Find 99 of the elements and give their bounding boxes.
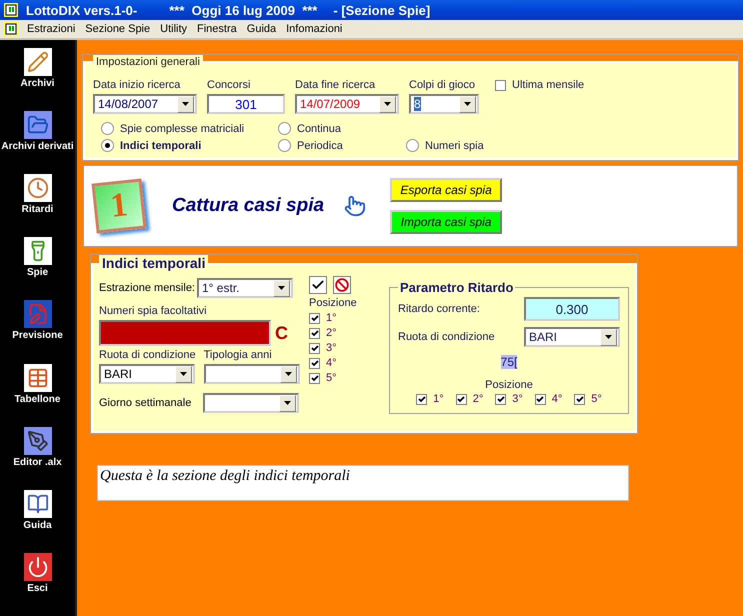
folder-icon [24, 111, 52, 140]
checkbox-label: 3° [512, 393, 523, 405]
panel-legend: Parametro Ritardo [398, 280, 516, 295]
menu-item[interactable]: Infomazioni [281, 23, 348, 35]
checkbox[interactable] [309, 328, 320, 338]
clear-letter[interactable]: C [275, 322, 288, 344]
checkbox-label: Ultima mensile [512, 79, 584, 91]
radio-button[interactable] [278, 139, 291, 152]
power-icon [24, 552, 52, 581]
action-button[interactable]: Esporta casi spia [390, 178, 502, 202]
menu-item[interactable]: Estrazioni [22, 23, 80, 35]
radio-label: Periodica [297, 140, 343, 152]
section-heading: Cattura casi spia [172, 195, 324, 217]
pencil-icon [24, 48, 52, 76]
checkbox[interactable] [309, 358, 320, 368]
menu-item[interactable]: Finestra [192, 23, 242, 35]
menu-item[interactable]: Sezione Spie [80, 23, 156, 35]
check-all-button[interactable] [309, 276, 327, 294]
sidebar-item[interactable]: Previsione [0, 300, 75, 364]
checkbox[interactable] [416, 394, 428, 404]
checkbox-label: 4° [326, 357, 337, 369]
field-label: Giorno settimanale [99, 397, 192, 409]
radio-button[interactable] [278, 122, 291, 135]
book-icon [24, 490, 52, 518]
radio-label: Spie complesse matriciali [120, 122, 244, 134]
date-title: *** Oggi 16 lug 2009 *** [169, 2, 318, 18]
sidebar-item[interactable]: Tabellone [0, 364, 75, 427]
input-field[interactable] [99, 320, 271, 346]
radio-button[interactable] [101, 139, 114, 152]
marker-label: 75[ [500, 355, 518, 369]
forbidden-icon [335, 278, 349, 292]
field-label: Tipologia anni [204, 349, 273, 361]
checkbox-label: 1° [326, 312, 337, 324]
checkbox-label: 2° [326, 327, 337, 339]
sidebar-item[interactable]: Spie [0, 237, 75, 300]
sidebar-item[interactable]: Editor .alx [0, 426, 75, 490]
input-field[interactable]: 0.300 [524, 297, 620, 321]
dropdown-field[interactable] [204, 364, 300, 384]
sidebar-item[interactable]: Guida [0, 490, 75, 553]
radio-label: Numeri spia [425, 140, 484, 152]
field-label: Data fine ricerca [295, 79, 376, 91]
checkbox[interactable] [574, 394, 586, 404]
dropdown-field[interactable]: BARI [99, 364, 195, 384]
checkbox-label: 5° [591, 393, 602, 405]
panel-legend: Impostazioni generali [93, 55, 203, 69]
info-text: Questa è la sezione degli indici temporali [97, 465, 629, 501]
flashlight-icon [24, 237, 52, 266]
radio-label: Continua [297, 122, 342, 134]
menu-item[interactable]: Guida [242, 23, 282, 35]
checkbox[interactable] [495, 80, 506, 90]
checkbox-label: 5° [326, 372, 337, 384]
field-label: Numeri spia facoltativi [99, 305, 208, 317]
checkbox[interactable] [534, 394, 546, 404]
panel-legend: Indici temporali [99, 255, 208, 272]
checkbox-label: 4° [552, 393, 562, 405]
field-label: Concorsi [207, 79, 252, 91]
clear-all-button[interactable] [333, 276, 351, 294]
dropdown-field[interactable]: 14/08/2007 [93, 94, 197, 114]
checkbox[interactable] [495, 394, 506, 404]
checkbox[interactable] [309, 342, 320, 354]
checkbox-label: 1° [433, 393, 444, 405]
menu-item[interactable]: Utility [155, 23, 192, 35]
pen-icon [24, 426, 52, 455]
checkbox[interactable] [456, 394, 467, 404]
sidebar-item[interactable]: Esci [0, 552, 75, 616]
checkbox-label: 3° [326, 342, 337, 354]
sidebar-item[interactable]: Archivi derivati [0, 111, 75, 174]
field-label: Estrazione mensile: [99, 282, 195, 294]
action-button[interactable]: Importa casi spia [390, 210, 502, 234]
radio-button[interactable] [406, 139, 419, 152]
field-label: Posizione [485, 379, 533, 391]
number-badge: 1 [92, 178, 146, 234]
sidebar-item[interactable]: Ritardi [0, 174, 75, 238]
section-title: - [Sezione Spie] [333, 2, 430, 18]
checkbox[interactable] [309, 372, 320, 384]
field-label: Posizione [309, 297, 358, 309]
check-icon [311, 278, 325, 292]
sidebar-item[interactable]: Archivi [0, 48, 75, 112]
clock-icon [24, 174, 52, 202]
radio-button[interactable] [101, 122, 114, 135]
dropdown-field[interactable]: 1° estr. [197, 278, 293, 298]
radio-label: Indici temporali [120, 140, 202, 152]
input-field[interactable]: 301 [207, 94, 285, 114]
field-label: Data inizio ricerca [93, 79, 182, 91]
table-icon [24, 364, 52, 392]
checkbox-label: 2° [472, 393, 484, 405]
dropdown-field[interactable]: 14/07/2009 [295, 94, 399, 114]
field-label: Ruota di condizione [398, 331, 495, 343]
field-label: Ritardo corrente: [398, 303, 480, 315]
dropdown-field[interactable] [203, 393, 299, 413]
app-logo-icon [4, 3, 18, 17]
dropdown-field[interactable]: BARI [524, 327, 620, 347]
field-label: Colpi di gioco [409, 79, 476, 91]
window-title: LottoDIX vers.1-0- [26, 2, 138, 18]
document-pen-icon [24, 300, 52, 328]
dropdown-field[interactable]: 8 [409, 94, 479, 114]
field-label: Ruota di condizione [99, 349, 196, 361]
app-logo-icon[interactable] [4, 22, 18, 36]
checkbox[interactable] [309, 312, 320, 324]
